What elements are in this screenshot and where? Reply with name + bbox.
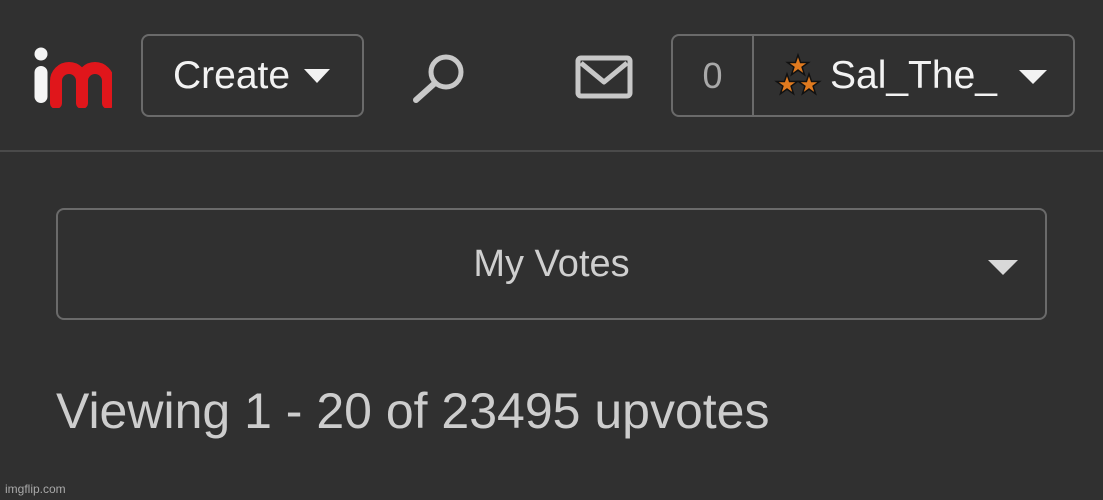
search-icon[interactable] — [410, 50, 470, 105]
watermark: imgflip.com — [5, 482, 66, 496]
votes-filter-label: My Votes — [473, 242, 630, 285]
votes-filter-select[interactable]: My Votes — [56, 208, 1047, 320]
chevron-down-icon — [988, 260, 1018, 275]
create-button-label: Create — [173, 53, 291, 97]
chevron-down-icon — [1019, 70, 1047, 84]
mail-icon[interactable] — [575, 55, 633, 99]
stars-avatar-icon — [774, 52, 822, 96]
chevron-down-icon — [304, 68, 331, 83]
notification-count[interactable]: 0 — [673, 36, 754, 115]
top-navigation-bar: Create 0 Sal_The_ — [0, 0, 1103, 152]
user-account-box: 0 Sal_The_ — [671, 34, 1075, 117]
create-button[interactable]: Create — [141, 34, 364, 117]
username: Sal_The_ — [830, 53, 997, 97]
user-menu-button[interactable]: Sal_The_ — [754, 36, 1073, 115]
viewing-summary: Viewing 1 - 20 of 23495 upvotes — [56, 383, 770, 439]
imgflip-logo[interactable] — [30, 40, 112, 108]
